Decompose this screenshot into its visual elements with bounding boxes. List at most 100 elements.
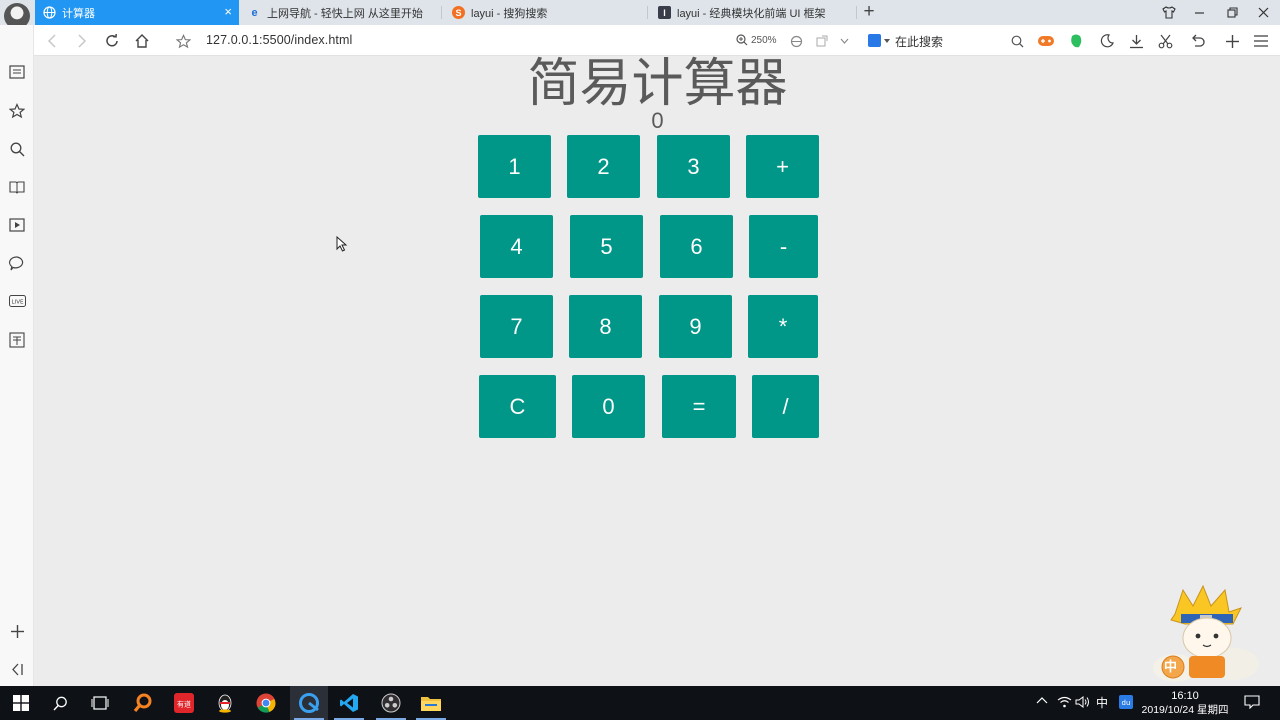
back-button[interactable] — [42, 31, 62, 51]
windows-start-icon[interactable] — [9, 691, 33, 715]
shirt-skin-icon[interactable] — [1158, 2, 1180, 22]
evernote-icon[interactable] — [1066, 31, 1086, 51]
tab-separator — [441, 6, 442, 19]
translate-icon[interactable] — [8, 331, 26, 349]
tab-separator — [856, 6, 857, 19]
key-2[interactable]: 2 — [567, 135, 640, 198]
tab-navigation[interactable]: e 上网导航 - 轻快上网 从这里开始 — [240, 0, 440, 25]
share-icon[interactable] — [812, 31, 832, 51]
reload-button[interactable] — [102, 31, 122, 51]
forward-button[interactable] — [72, 31, 92, 51]
obs-icon[interactable] — [379, 691, 403, 715]
browser-app-icon[interactable] — [297, 691, 321, 715]
ime-mode-label: 中 — [1164, 659, 1178, 674]
search-icon[interactable] — [8, 140, 26, 158]
chrome-icon[interactable] — [254, 691, 278, 715]
minimize-button[interactable] — [1188, 2, 1210, 22]
search-engine-selector[interactable] — [868, 34, 890, 47]
search-input[interactable]: 在此搜索 — [895, 33, 943, 50]
system-clock[interactable]: 16:10 2019/10/24 星期四 — [1140, 689, 1230, 717]
mouse-cursor-icon — [336, 236, 348, 252]
chat-bubble-icon[interactable] — [8, 254, 26, 272]
reading-list-icon[interactable] — [8, 63, 26, 81]
menu-icon[interactable] — [1251, 31, 1271, 51]
windows-taskbar: 有道 中 du 16:10 2019/10/24 星期四 — [0, 686, 1280, 720]
key-9[interactable]: 9 — [659, 295, 732, 358]
ime-indicator[interactable]: 中 — [1096, 694, 1108, 711]
chevron-down-icon[interactable] — [834, 31, 854, 51]
bookmark-star-icon[interactable] — [173, 31, 193, 51]
ie-mode-icon[interactable] — [786, 31, 806, 51]
search-icon[interactable] — [48, 691, 72, 715]
live-icon[interactable]: LIVE — [8, 292, 26, 310]
baidu-input-icon[interactable]: du — [1119, 695, 1133, 712]
key-plus[interactable]: + — [746, 135, 819, 198]
tab-label: layui - 经典模块化前端 UI 框架 — [677, 7, 826, 20]
undo-closed-tab-icon[interactable] — [1187, 31, 1207, 51]
sogou-icon: S — [452, 6, 465, 19]
zoom-level: 250% — [751, 34, 777, 46]
layui-icon: l — [658, 6, 671, 19]
download-icon[interactable] — [1126, 31, 1146, 51]
ime-mascot[interactable]: 中 — [1145, 584, 1263, 686]
collapse-sidebar-icon[interactable] — [8, 660, 26, 678]
search-everything-icon[interactable] — [131, 691, 155, 715]
url-input[interactable]: 127.0.0.1:5500/index.html — [206, 33, 352, 47]
browser-sidebar: LIVE — [0, 25, 34, 686]
new-tab-button[interactable]: + — [860, 1, 878, 23]
tab-label: 计算器 — [62, 7, 95, 20]
key-0[interactable]: 0 — [572, 375, 645, 438]
vscode-icon[interactable] — [337, 691, 361, 715]
key-4[interactable]: 4 — [480, 215, 553, 278]
svg-text:LIVE: LIVE — [11, 300, 23, 306]
key-minus[interactable]: - — [749, 215, 818, 278]
restore-button[interactable] — [1221, 2, 1243, 22]
zoom-icon — [736, 34, 748, 46]
night-mode-moon-icon[interactable] — [1097, 31, 1117, 51]
search-icon[interactable] — [1007, 31, 1027, 51]
key-1[interactable]: 1 — [478, 135, 551, 198]
youdao-dictionary-icon[interactable]: 有道 — [172, 691, 196, 715]
key-5[interactable]: 5 — [570, 215, 643, 278]
chevron-down-icon — [884, 38, 890, 43]
qq-penguin-icon[interactable] — [213, 691, 237, 715]
clock-date: 2019/10/24 星期四 — [1141, 704, 1229, 716]
network-wifi-icon[interactable] — [1057, 696, 1072, 711]
add-icon[interactable] — [8, 622, 26, 640]
notification-center-icon[interactable] — [1244, 695, 1260, 712]
zoom-indicator[interactable]: 250% — [736, 34, 777, 46]
key-8[interactable]: 8 — [569, 295, 642, 358]
tab-label: 上网导航 - 轻快上网 从这里开始 — [267, 7, 423, 20]
key-7[interactable]: 7 — [480, 295, 553, 358]
key-6[interactable]: 6 — [660, 215, 733, 278]
svg-text:du: du — [1122, 699, 1131, 707]
favorites-star-icon[interactable] — [8, 102, 26, 120]
show-hidden-icons-chevron-icon[interactable] — [1036, 695, 1048, 707]
close-window-button[interactable] — [1252, 2, 1274, 22]
tab-close-button[interactable]: × — [224, 5, 232, 19]
tab-label: layui - 搜狗搜索 — [471, 7, 548, 20]
ie-icon: e — [251, 6, 258, 19]
task-view-icon[interactable] — [88, 691, 112, 715]
file-explorer-folder-icon[interactable] — [419, 691, 443, 715]
address-bar: 127.0.0.1:5500/index.html 250% 在此搜索 — [0, 25, 1280, 56]
tab-layui[interactable]: l layui - 经典模块化前端 UI 框架 — [650, 0, 855, 25]
page-title: 简易计算器 — [527, 54, 788, 114]
scissors-screenshot-icon[interactable] — [1155, 31, 1175, 51]
key-clear[interactable]: C — [479, 375, 556, 438]
home-button[interactable] — [132, 31, 152, 51]
volume-speaker-icon[interactable] — [1075, 696, 1090, 711]
video-icon[interactable] — [8, 216, 26, 234]
add-icon[interactable] — [1222, 31, 1242, 51]
calculator-display: 0 — [651, 108, 664, 133]
tab-sogou-search[interactable]: S layui - 搜狗搜索 — [444, 0, 646, 25]
game-controller-icon[interactable] — [1036, 31, 1056, 51]
key-divide[interactable]: / — [752, 375, 819, 438]
tab-calculator[interactable]: 计算器 × — [35, 0, 239, 25]
tab-bar: 计算器 × e 上网导航 - 轻快上网 从这里开始 S layui - 搜狗搜索… — [0, 0, 1280, 29]
baidu-icon — [868, 34, 881, 47]
key-3[interactable]: 3 — [657, 135, 730, 198]
key-multiply[interactable]: * — [748, 295, 818, 358]
book-icon[interactable] — [8, 178, 26, 196]
key-equals[interactable]: = — [662, 375, 736, 438]
